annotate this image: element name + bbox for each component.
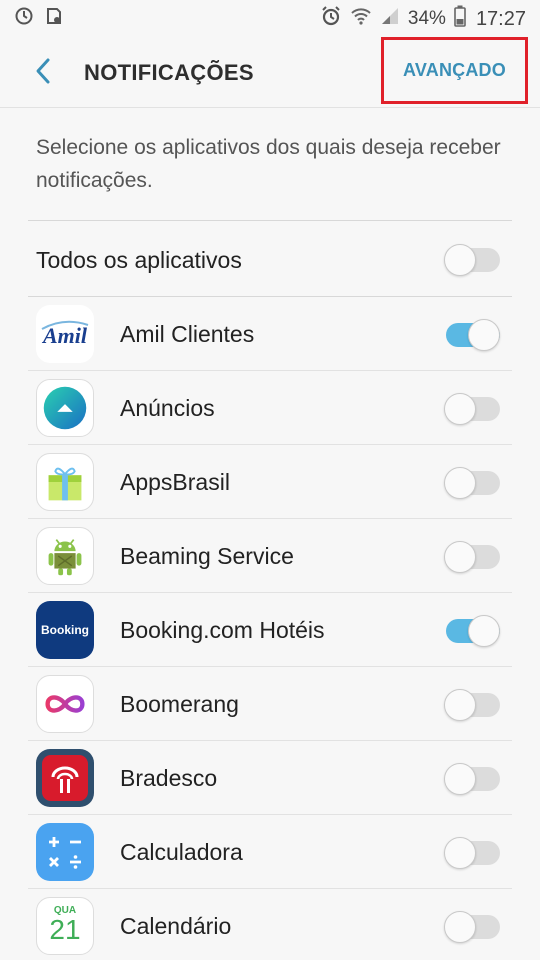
appsbrasil-icon xyxy=(36,453,94,511)
sd-card-icon xyxy=(44,6,64,32)
infinity-icon xyxy=(36,675,94,733)
all-apps-toggle[interactable] xyxy=(444,242,500,276)
app-toggle[interactable] xyxy=(444,613,500,647)
status-bar: 34% 17:27 xyxy=(0,0,540,38)
app-toggle[interactable] xyxy=(444,539,500,573)
app-row-boomerang[interactable]: Boomerang xyxy=(28,667,512,741)
app-row-beaming-service[interactable]: Beaming Service xyxy=(28,519,512,593)
app-row-amil-clientes[interactable]: Amil Amil Clientes xyxy=(28,297,512,371)
app-toggle[interactable] xyxy=(444,835,500,869)
description-text: Selecione os aplicativos dos quais desej… xyxy=(36,136,501,192)
advanced-button-label: AVANÇADO xyxy=(403,60,506,80)
app-toggle[interactable] xyxy=(444,761,500,795)
alarm-icon xyxy=(320,5,342,33)
page-title: NOTIFICAÇÕES xyxy=(84,60,254,85)
app-header: NOTIFICAÇÕES AVANÇADO xyxy=(0,37,540,108)
advanced-button[interactable]: AVANÇADO xyxy=(381,37,528,104)
app-name: AppsBrasil xyxy=(120,469,230,495)
app-name: Beaming Service xyxy=(120,543,294,569)
app-row-booking[interactable]: Booking Booking.com Hotéis xyxy=(28,593,512,667)
signal-icon xyxy=(380,6,400,32)
booking-icon-text: Booking xyxy=(41,623,89,637)
app-name: Bradesco xyxy=(120,765,218,791)
all-apps-label: Todos os aplicativos xyxy=(36,247,242,273)
battery-icon xyxy=(454,5,466,33)
app-toggle[interactable] xyxy=(444,465,500,499)
calculator-icon xyxy=(36,823,94,881)
app-row-calendario[interactable]: QUA 21 Calendário xyxy=(28,889,512,960)
app-name: Boomerang xyxy=(120,691,239,717)
wifi-icon xyxy=(350,6,372,32)
svg-text:Amil: Amil xyxy=(41,323,88,348)
bradesco-icon xyxy=(36,749,94,807)
battery-percent: 34% xyxy=(407,8,446,29)
anuncios-icon xyxy=(36,379,94,437)
app-name: Calendário xyxy=(120,913,232,939)
amil-icon: Amil xyxy=(36,305,94,363)
booking-icon: Booking xyxy=(36,601,94,659)
app-name: Calculadora xyxy=(120,839,243,865)
app-row-calculadora[interactable]: Calculadora xyxy=(28,815,512,889)
app-toggle[interactable] xyxy=(444,909,500,943)
calendar-icon: QUA 21 xyxy=(36,897,94,955)
app-row-bradesco[interactable]: Bradesco xyxy=(28,741,512,815)
app-name: Anúncios xyxy=(120,395,215,421)
app-row-appsbrasil[interactable]: AppsBrasil xyxy=(28,445,512,519)
app-toggle[interactable] xyxy=(444,317,500,351)
clock: 17:27 xyxy=(475,7,526,30)
divider xyxy=(28,220,512,221)
chevron-left-icon xyxy=(34,57,52,90)
calendar-icon-date: 21 xyxy=(49,913,81,945)
app-toggle[interactable] xyxy=(444,687,500,721)
all-apps-row[interactable]: Todos os aplicativos xyxy=(0,222,540,296)
app-name: Booking.com Hotéis xyxy=(120,617,325,643)
android-robot-icon xyxy=(36,527,94,585)
app-name: Amil Clientes xyxy=(120,321,255,347)
back-button[interactable] xyxy=(26,56,60,90)
sync-icon xyxy=(14,6,34,32)
app-row-anuncios[interactable]: Anúncios xyxy=(28,371,512,445)
app-toggle[interactable] xyxy=(444,391,500,425)
app-list: Amil Amil Clientes Anúncios AppsBrasil B… xyxy=(0,297,540,960)
